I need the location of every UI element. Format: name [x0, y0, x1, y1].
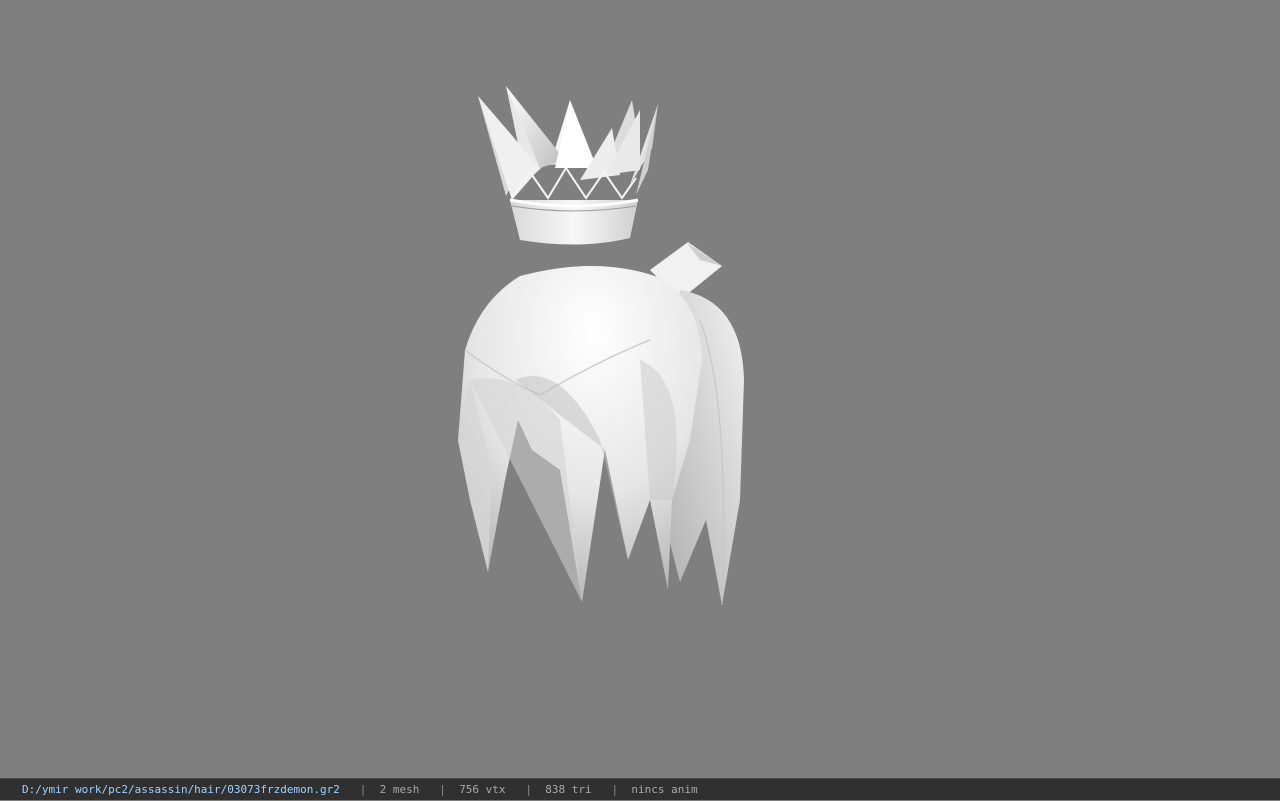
separator: |	[525, 783, 532, 796]
model-file-path: D:/ymir work/pc2/assassin/hair/03073frzd…	[22, 783, 340, 796]
separator: |	[359, 783, 367, 796]
vertex-count: 756 vtx	[459, 783, 506, 796]
separator: |	[611, 783, 619, 796]
status-bar: D:/ymir work/pc2/assassin/hair/03073frzd…	[0, 778, 1280, 800]
model-render	[458, 86, 744, 606]
triangle-count: 838 tri	[545, 783, 592, 796]
crown-mesh	[478, 86, 658, 245]
hair-mesh	[458, 242, 744, 606]
animation-status: nincs anim	[631, 783, 698, 796]
separator: |	[439, 783, 446, 796]
3d-viewport[interactable]	[0, 0, 1280, 778]
mesh-count: 2 mesh	[379, 783, 420, 796]
